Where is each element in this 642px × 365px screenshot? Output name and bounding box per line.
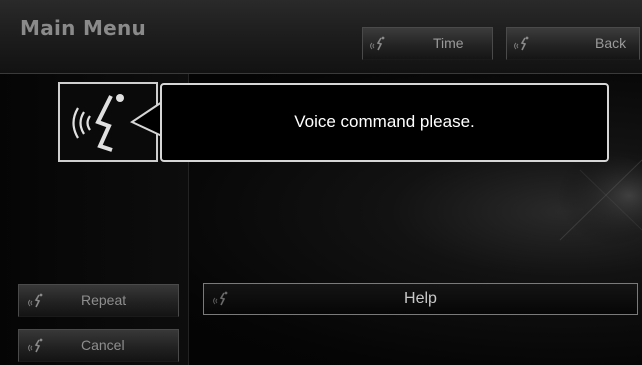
background-glare [520,150,642,260]
back-button[interactable]: Back [506,27,640,60]
voice-command-icon [514,36,529,51]
voice-command-icon [28,338,43,353]
prompt-message: Voice command please. [294,112,475,131]
voice-command-icon [370,36,385,51]
page-title: Main Menu [20,16,147,40]
voice-command-screen: Main Menu Time Back Voice command please… [0,0,642,365]
header-bar: Main Menu Time Back [0,0,642,74]
help-button-label: Help [404,290,437,307]
cancel-button-label: Cancel [81,337,125,353]
back-button-label: Back [595,35,627,51]
time-button-label: Time [433,35,464,51]
time-button[interactable]: Time [362,27,493,60]
speech-bubble-tail [129,101,163,137]
repeat-button[interactable]: Repeat [18,284,179,317]
repeat-button-label: Repeat [81,292,127,308]
cancel-button[interactable]: Cancel [18,329,179,362]
speech-bubble: Voice command please. [160,83,609,162]
voice-command-icon [28,293,43,308]
help-button[interactable]: Help [203,283,638,315]
